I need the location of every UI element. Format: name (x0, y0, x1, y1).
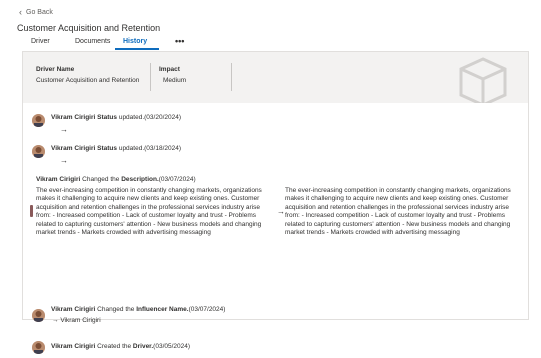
tab-documents[interactable]: Documents (75, 38, 110, 45)
history-action: Changed the (82, 176, 120, 183)
page-title: Customer Acquisition and Retention (17, 23, 161, 33)
history-entry: Vikram Cirigiri Changed the Influencer N… (31, 303, 521, 333)
history-user: Vikram Cirigiri (51, 114, 96, 121)
history-action: updated. (118, 145, 145, 152)
history-entry-text: Vikram Cirigiri Status updated.(03/18/20… (51, 145, 181, 152)
avatar (32, 145, 45, 158)
cube-icon (459, 57, 507, 103)
more-tabs-button[interactable]: ••• (175, 36, 184, 46)
history-date: (03/20/2024) (144, 114, 182, 121)
impact-label: Impact (159, 66, 180, 73)
history-field: Influencer Name. (136, 306, 189, 313)
active-tab-indicator (115, 48, 159, 50)
arrow-right-icon: → (277, 207, 285, 216)
history-field: Driver. (132, 343, 154, 350)
arrow-right-icon: → (60, 156, 68, 165)
history-action: Created the (97, 343, 132, 350)
go-back-label: Go Back (26, 9, 53, 16)
history-new-value: → Vikram Cirigiri (52, 317, 101, 324)
history-entry-text: Vikram Cirigiri Created the Driver.(03/0… (51, 343, 190, 350)
tab-bar: Driver Documents History ••• (17, 36, 267, 50)
history-action: updated. (118, 114, 145, 121)
go-back-link[interactable]: ‹ Go Back (19, 7, 53, 17)
summary-divider (150, 63, 151, 91)
tab-history[interactable]: History (123, 38, 147, 45)
history-entry: Vikram Cirigiri Status updated.(03/20/20… (31, 108, 521, 138)
impact-value: Medium (163, 77, 187, 84)
history-field: Description. (121, 176, 159, 183)
history-entry: Vikram Cirigiri Status updated.(03/18/20… (31, 139, 521, 169)
history-user: Vikram Cirigiri (51, 306, 96, 313)
old-description: The ever-increasing competition in const… (36, 187, 262, 237)
avatar (32, 309, 45, 322)
history-user: Vikram Cirigiri (36, 176, 81, 183)
history-date: (03/07/2024) (188, 306, 226, 313)
arrow-right-icon: → (52, 317, 59, 324)
summary-divider (231, 63, 232, 91)
history-entry-text: Vikram Cirigiri Changed the Influencer N… (51, 306, 225, 313)
arrow-right-icon: → (60, 125, 68, 134)
history-field: Status (97, 114, 118, 121)
driver-name-label: Driver Name (36, 66, 75, 73)
avatar (32, 341, 45, 354)
new-description: The ever-increasing competition in const… (285, 187, 511, 237)
history-user: Vikram Cirigiri (51, 343, 96, 350)
avatar (32, 114, 45, 127)
influencer-new-value: Vikram Cirigiri (60, 317, 101, 324)
driver-name-value: Customer Acquisition and Retention (36, 77, 140, 84)
history-action: Changed the (97, 306, 135, 313)
avatar (30, 205, 33, 217)
history-entry: Vikram Cirigiri Created the Driver.(03/0… (31, 338, 521, 358)
history-date: (03/07/2024) (158, 176, 196, 183)
history-entry-text: Vikram Cirigiri Status updated.(03/20/20… (51, 114, 181, 121)
history-field: Status (97, 145, 118, 152)
history-card: Driver Name Customer Acquisition and Ret… (22, 51, 529, 354)
history-user: Vikram Cirigiri (51, 145, 96, 152)
driver-summary: Driver Name Customer Acquisition and Ret… (23, 52, 528, 103)
chevron-left-icon: ‹ (19, 7, 22, 17)
history-date: (03/05/2024) (153, 343, 191, 350)
tab-driver[interactable]: Driver (31, 38, 50, 45)
history-entry: Vikram Cirigiri Changed the Description.… (30, 173, 521, 253)
history-date: (03/18/2024) (144, 145, 182, 152)
history-entry-text: Vikram Cirigiri Changed the Description.… (36, 176, 196, 183)
